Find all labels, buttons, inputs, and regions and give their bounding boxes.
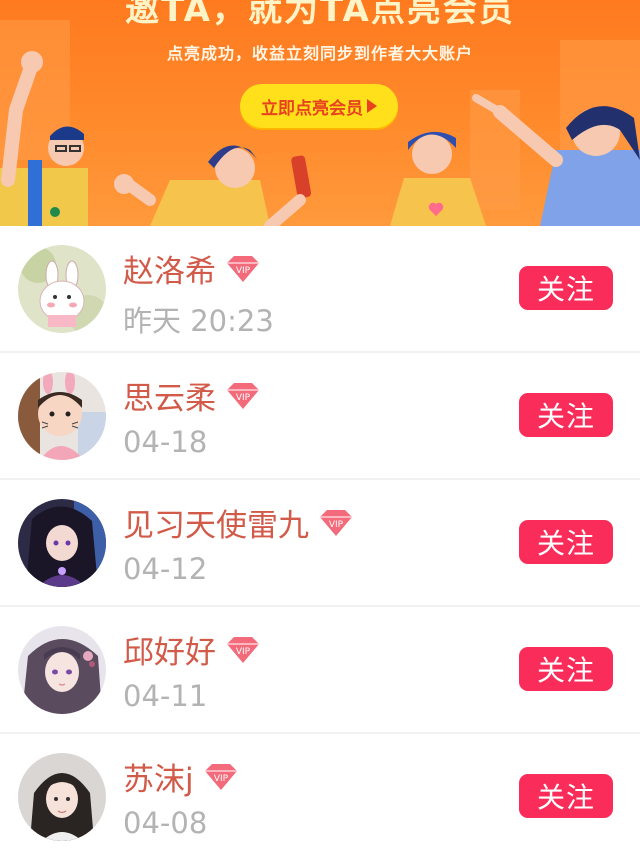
- list-item[interactable]: 邱好好 VIP 04-11 关注: [0, 607, 640, 734]
- follow-button[interactable]: 关注: [519, 520, 613, 564]
- avatar[interactable]: [18, 499, 106, 587]
- girl-photo-avatar: [18, 753, 106, 841]
- avatar[interactable]: [18, 245, 106, 333]
- child-bunny-ears-avatar: [18, 372, 106, 460]
- anime-dark-character-avatar: [18, 499, 106, 587]
- follow-button[interactable]: 关注: [519, 266, 613, 310]
- anime-girl-avatar: [18, 626, 106, 714]
- svg-text:VIP: VIP: [236, 266, 251, 276]
- light-up-membership-button[interactable]: 立即点亮会员: [240, 84, 398, 128]
- follow-button[interactable]: 关注: [519, 774, 613, 818]
- svg-text:VIP: VIP: [214, 774, 229, 784]
- bunny-drawing-avatar: [18, 245, 106, 333]
- user-name: 见习天使雷九: [123, 508, 309, 544]
- follow-time: 04-12: [123, 552, 208, 586]
- list-item[interactable]: 思云柔 VIP 04-18 关注: [0, 353, 640, 480]
- username: 见习天使雷九 VIP: [123, 500, 355, 545]
- follow-time: 昨天 20:23: [123, 304, 274, 338]
- follow-button[interactable]: 关注: [519, 393, 613, 437]
- list-item[interactable]: 苏沫j VIP 04-08 关注: [0, 734, 640, 859]
- follow-time: 04-11: [123, 679, 208, 713]
- user-name: 思云柔: [123, 381, 216, 417]
- username: 苏沫j VIP: [123, 754, 240, 799]
- username: 思云柔 VIP: [123, 373, 262, 418]
- svg-text:VIP: VIP: [329, 520, 344, 530]
- user-name: 苏沫j: [123, 762, 194, 798]
- vip-diamond-icon: VIP: [204, 763, 237, 790]
- username: 邱好好 VIP: [123, 627, 262, 672]
- banner-title: 邀TA，就为TA点亮会员: [125, 0, 515, 30]
- vip-diamond-icon: VIP: [227, 382, 259, 409]
- svg-text:VIP: VIP: [236, 647, 251, 657]
- list-item[interactable]: 赵洛希 VIP 昨天 20:23 关注: [0, 226, 640, 353]
- user-name: 赵洛希: [123, 254, 216, 290]
- avatar[interactable]: [18, 626, 106, 714]
- cta-label: 立即点亮会员: [261, 98, 363, 119]
- vip-diamond-icon: VIP: [227, 636, 259, 663]
- follow-time: 04-18: [123, 425, 208, 459]
- svg-text:VIP: VIP: [236, 393, 251, 403]
- invite-banner: 邀TA，就为TA点亮会员 点亮成功，收益立刻同步到作者大大账户 立即点亮会员: [0, 0, 640, 226]
- vip-diamond-icon: VIP: [227, 255, 259, 282]
- username: 赵洛希 VIP: [123, 246, 262, 291]
- follow-button[interactable]: 关注: [519, 647, 613, 691]
- avatar[interactable]: [18, 372, 106, 460]
- vip-diamond-icon: VIP: [320, 509, 352, 536]
- inviter-list: 赵洛希 VIP 昨天 20:23 关注 思云柔 VIP 04-18 关注 见习天…: [0, 226, 640, 859]
- avatar[interactable]: [18, 753, 106, 841]
- follow-time: 04-08: [123, 806, 208, 840]
- user-name: 邱好好: [123, 635, 216, 671]
- list-item[interactable]: 见习天使雷九 VIP 04-12 关注: [0, 480, 640, 607]
- banner-subtitle: 点亮成功，收益立刻同步到作者大大账户: [166, 44, 473, 63]
- play-arrow-icon: [367, 99, 377, 113]
